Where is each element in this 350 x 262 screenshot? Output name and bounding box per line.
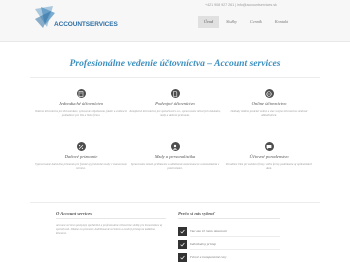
- why-list-item: Individuálny prístup: [178, 240, 280, 250]
- feature-title: Online účtovníctvo: [251, 101, 287, 106]
- feature-text: Vedenie účtovníctva pre živnostníkov, vy…: [35, 109, 127, 118]
- header: ACCOUNTSERVICES +421 908 927 261 | info@…: [0, 0, 350, 42]
- check-icon: [178, 227, 187, 236]
- about-text: Account services poskytuje spoľahlivé a …: [56, 223, 163, 236]
- logo[interactable]: ACCOUNTSERVICES: [33, 5, 118, 35]
- nav-item-services[interactable]: Služby: [220, 16, 243, 28]
- why-item-label: Férové a transparentné ceny: [190, 255, 227, 259]
- feature-title: Jednoduché účtovníctvo: [58, 101, 104, 106]
- feature-title: Účtovné poradenstvo: [249, 154, 289, 159]
- feature-text: Vypracovanie daňového priznania pre fyzi…: [35, 162, 127, 171]
- divider: [30, 202, 320, 203]
- page-title: Profesionálne vedenie účtovníctva – Acco…: [69, 58, 281, 69]
- contact-info: +421 908 927 261 | info@accountservices.…: [205, 3, 277, 7]
- feature-text: Kompletné účtovníctvo pre spoločnosti s.…: [129, 109, 221, 118]
- feature-consulting: Účtovné poradenstvo Poradíme Vám pri zal…: [223, 142, 315, 170]
- percent-icon: [76, 142, 86, 151]
- check-icon: [178, 240, 187, 249]
- main-nav: Úvod Služby Cenník Kontakt: [198, 16, 295, 28]
- logo-text: ACCOUNTSERVICES: [54, 21, 118, 28]
- feature-online-accounting: Online účtovníctvo Doklady môžete posiel…: [223, 89, 315, 117]
- divider: [30, 77, 320, 78]
- why-list-item: Férové a transparentné ceny: [178, 253, 280, 262]
- nav-item-contact[interactable]: Kontakt: [269, 16, 294, 28]
- globe-icon: [264, 89, 274, 98]
- feature-simple-accounting: Jednoduché účtovníctvo Vedenie účtovníct…: [35, 89, 127, 117]
- feature-title: Mzdy a personalistika: [154, 154, 196, 159]
- why-item-label: Individuálny prístup: [190, 242, 216, 246]
- about-title: O Account services: [56, 211, 93, 216]
- divider: [190, 249, 280, 250]
- feature-payroll: Mzdy a personalistika Spracovanie miezd,…: [129, 142, 221, 170]
- divider: [190, 236, 280, 237]
- nav-item-pricing[interactable]: Cenník: [244, 16, 268, 28]
- check-icon: [178, 253, 187, 262]
- feature-text: Doklady môžete posielať online a stav sv…: [230, 109, 308, 118]
- nav-item-home[interactable]: Úvod: [198, 16, 220, 28]
- why-list-item: Viac ako 10 rokov skúseností: [178, 227, 280, 237]
- divider: [56, 218, 166, 219]
- divider: [178, 218, 280, 219]
- why-title: Prečo si nás vybrať: [178, 211, 216, 216]
- feature-double-accounting: Podvojné účtovníctvo Kompletné účtovníct…: [129, 89, 221, 117]
- feature-tax-return: Daňové priznanie Vypracovanie daňového p…: [35, 142, 127, 170]
- feature-title: Podvojné účtovníctvo: [155, 101, 195, 106]
- why-item-label: Viac ako 10 rokov skúseností: [190, 229, 227, 233]
- document-icon: [170, 89, 180, 98]
- feature-title: Daňové priznanie: [64, 154, 98, 159]
- feature-text: Spracovanie miezd, prihlásenie a odhláse…: [130, 162, 220, 171]
- user-icon: [170, 142, 180, 151]
- feature-text: Poradíme Vám pri založení firmy, voľbe f…: [225, 162, 313, 171]
- calculator-icon: [76, 89, 86, 98]
- chat-icon: [264, 142, 274, 151]
